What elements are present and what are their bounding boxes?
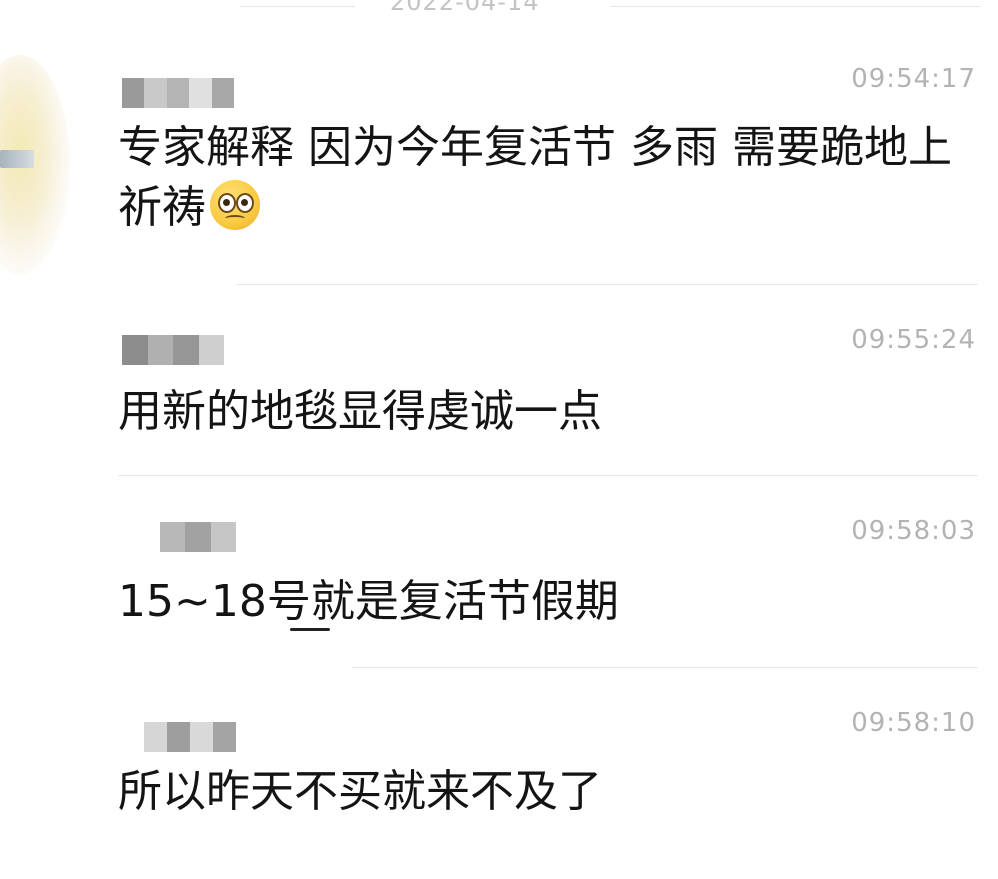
date-divider-label: 2022-04-14 xyxy=(390,0,540,16)
message-timestamp: 09:58:03 xyxy=(851,516,976,546)
date-divider: 2022-04-14 xyxy=(0,0,998,22)
message-timestamp: 09:55:24 xyxy=(851,325,976,355)
message-text: 所以昨天不买就来不及了 xyxy=(118,766,602,817)
avatar-detail xyxy=(0,150,34,168)
chat-history-screen: 2022-04-14 09:54:17 专家解释 因为今年复活节 多雨 需要跪地… xyxy=(0,0,998,879)
message-text: 15~18号就是复活节假期 xyxy=(118,576,619,627)
sender-name-pixelated xyxy=(144,722,236,752)
message-separator xyxy=(236,284,978,285)
message-timestamp: 09:58:10 xyxy=(851,708,976,738)
date-divider-line-left xyxy=(240,6,355,7)
message-text: 专家解释 因为今年复活节 多雨 需要跪地上祈祷 xyxy=(118,118,978,238)
message-timestamp: 09:54:17 xyxy=(851,64,976,94)
message-text: 用新的地毯显得虔诚一点 xyxy=(118,386,602,437)
sender-name-pixelated xyxy=(122,335,224,365)
date-divider-line-right xyxy=(610,6,980,7)
woozy-face-emoji-icon xyxy=(210,180,260,230)
message-separator xyxy=(118,475,978,476)
sender-name-pixelated xyxy=(160,522,236,552)
sender-name-pixelated xyxy=(122,78,235,108)
handwritten-mark xyxy=(290,628,330,631)
sender-avatar[interactable] xyxy=(0,55,70,275)
message-separator xyxy=(352,667,978,668)
